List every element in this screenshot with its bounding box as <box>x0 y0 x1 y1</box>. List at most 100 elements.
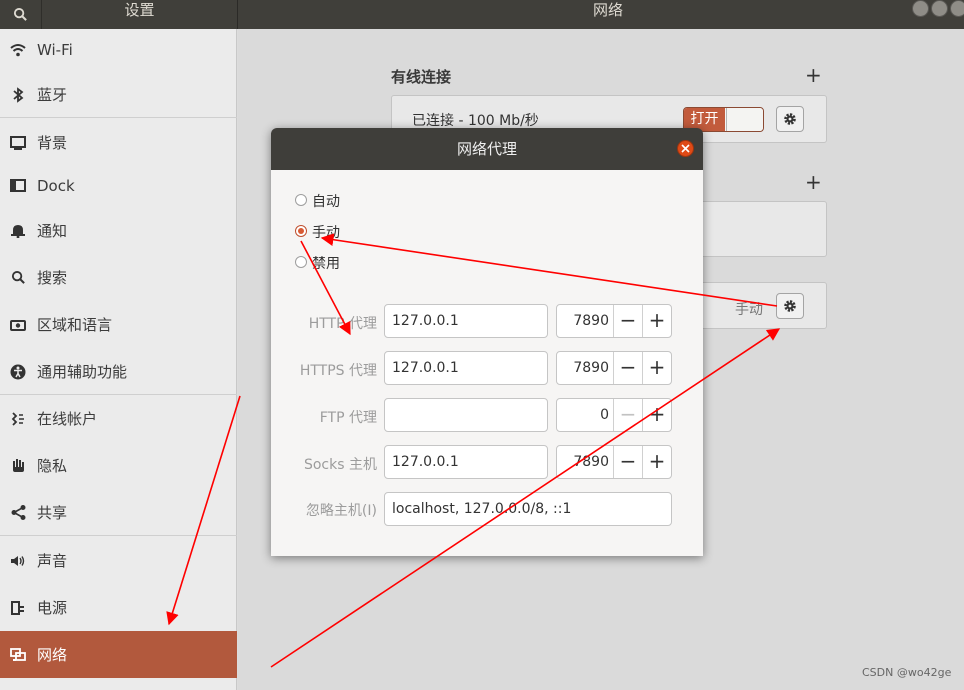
sidebar-item-background[interactable]: 背景 <box>0 119 237 166</box>
search-icon <box>9 269 27 287</box>
add-wired-button[interactable]: + <box>805 65 822 85</box>
gear-icon <box>784 300 796 312</box>
sidebar-divider <box>0 535 237 536</box>
sidebar-item-label: 背景 <box>37 134 68 152</box>
sidebar-item-network[interactable]: 网络 <box>0 631 237 678</box>
minimize-button[interactable] <box>912 0 929 17</box>
close-window-button[interactable] <box>950 0 964 17</box>
sidebar-divider <box>0 117 237 118</box>
maximize-button[interactable] <box>931 0 948 17</box>
watermark: CSDN @wo42ge <box>862 666 952 679</box>
ftp-proxy-label: FTP 代理 <box>319 410 377 426</box>
port-increment-button[interactable]: + <box>642 305 671 337</box>
sidebar-item-accessibility[interactable]: 通用辅助功能 <box>0 348 237 395</box>
https-proxy-host-input[interactable]: 127.0.0.1 <box>384 351 548 385</box>
wired-settings-button[interactable] <box>776 106 804 132</box>
sidebar: Wi-Fi 蓝牙 背景 Dock 通知 搜索 区域和语言 通用辅助功能 在线帐户… <box>0 29 237 690</box>
dialog-close-button[interactable] <box>677 140 694 157</box>
network-icon <box>9 646 27 664</box>
sidebar-item-label: 区域和语言 <box>37 316 113 334</box>
port-decrement-button[interactable]: − <box>613 305 642 337</box>
settings-title: 设置 <box>124 1 155 19</box>
port-value[interactable]: 7890 <box>557 305 609 337</box>
add-vpn-button[interactable]: + <box>805 172 822 192</box>
radio-auto-label[interactable]: 自动 <box>312 191 340 211</box>
sidebar-item-label: Dock <box>37 176 75 195</box>
accessibility-icon <box>9 363 27 381</box>
radio-disabled-label[interactable]: 禁用 <box>312 253 340 273</box>
port-decrement-button[interactable]: − <box>613 446 642 478</box>
port-value[interactable]: 7890 <box>557 352 609 384</box>
sidebar-item-privacy[interactable]: 隐私 <box>0 442 237 489</box>
http-proxy-label: HTTP 代理 <box>308 316 377 332</box>
sidebar-item-label: 搜索 <box>37 269 68 287</box>
proxy-settings-button[interactable] <box>776 293 804 319</box>
hand-icon <box>9 457 27 475</box>
port-decrement-button[interactable]: − <box>613 399 642 431</box>
sidebar-item-sharing[interactable]: 共享 <box>0 489 237 536</box>
socks-host-label: Socks 主机 <box>303 457 377 473</box>
sidebar-item-region-language[interactable]: 区域和语言 <box>0 301 237 348</box>
ignore-hosts-input[interactable]: localhost, 127.0.0.0/8, ::1 <box>384 492 672 526</box>
ftp-proxy-host-input[interactable] <box>384 398 548 432</box>
socks-port-stepper[interactable]: 7890 − + <box>556 445 672 479</box>
power-icon <box>9 599 27 617</box>
sidebar-item-label: 声音 <box>37 552 68 570</box>
port-value[interactable]: 0 <box>557 399 609 431</box>
header-bar: 设置 网络 <box>0 0 964 29</box>
radio-manual[interactable] <box>295 225 307 237</box>
sidebar-item-sound[interactable]: 声音 <box>0 537 237 584</box>
close-icon <box>681 144 690 153</box>
background-icon <box>9 134 27 152</box>
sidebar-item-label: 通知 <box>37 222 68 240</box>
sidebar-item-online-accounts[interactable]: 在线帐户 <box>0 395 237 442</box>
sidebar-item-wifi[interactable]: Wi-Fi <box>0 26 237 73</box>
sidebar-item-label: 电源 <box>37 599 68 617</box>
ftp-proxy-port-stepper[interactable]: 0 − + <box>556 398 672 432</box>
sidebar-item-notifications[interactable]: 通知 <box>0 207 237 254</box>
ignore-hosts-label: 忽略主机(I) <box>305 503 377 519</box>
radio-disabled[interactable] <box>295 256 307 268</box>
socks-host-input[interactable]: 127.0.0.1 <box>384 445 548 479</box>
port-decrement-button[interactable]: − <box>613 352 642 384</box>
network-proxy-dialog: 网络代理 自动 手动 禁用 HTTP 代理 127.0.0.1 7890 − +… <box>271 128 703 556</box>
wifi-icon <box>9 41 27 59</box>
search-button[interactable] <box>0 0 42 29</box>
sidebar-item-label: 共享 <box>37 504 68 522</box>
radio-auto[interactable] <box>295 194 307 206</box>
gear-icon <box>784 113 796 125</box>
sidebar-item-bluetooth[interactable]: 蓝牙 <box>0 71 237 118</box>
https-proxy-port-stepper[interactable]: 7890 − + <box>556 351 672 385</box>
sidebar-item-label: Wi-Fi <box>37 40 73 59</box>
sidebar-item-label: 蓝牙 <box>37 86 68 104</box>
search-icon <box>13 7 27 21</box>
sidebar-item-label: 通用辅助功能 <box>37 363 128 381</box>
https-proxy-label: HTTPS 代理 <box>299 363 377 379</box>
page-title: 网络 <box>592 1 623 19</box>
wired-section-title: 有线连接 <box>391 68 452 86</box>
switch-knob <box>726 108 763 131</box>
dock-icon <box>9 177 27 195</box>
port-increment-button[interactable]: + <box>642 446 671 478</box>
camera-icon <box>9 316 27 334</box>
http-proxy-port-stepper[interactable]: 7890 − + <box>556 304 672 338</box>
sidebar-item-label: 网络 <box>37 646 68 664</box>
sidebar-item-label: 隐私 <box>37 457 68 475</box>
port-increment-button[interactable]: + <box>642 352 671 384</box>
sidebar-item-label: 在线帐户 <box>37 410 98 428</box>
bluetooth-icon <box>9 86 27 104</box>
dialog-title: 网络代理 <box>456 140 517 158</box>
http-proxy-host-input[interactable]: 127.0.0.1 <box>384 304 548 338</box>
proxy-status: 手动 <box>735 302 763 318</box>
dialog-titlebar: 网络代理 <box>271 128 703 170</box>
bell-icon <box>9 222 27 240</box>
port-increment-button[interactable]: + <box>642 399 671 431</box>
port-value[interactable]: 7890 <box>557 446 609 478</box>
sidebar-item-power[interactable]: 电源 <box>0 584 237 631</box>
online-accounts-icon <box>9 410 27 428</box>
sidebar-item-search[interactable]: 搜索 <box>0 254 237 301</box>
share-icon <box>9 504 27 522</box>
sidebar-item-dock[interactable]: Dock <box>0 162 237 209</box>
radio-manual-label[interactable]: 手动 <box>312 222 340 242</box>
wired-status: 已连接 - 100 Mb/秒 <box>412 113 539 129</box>
